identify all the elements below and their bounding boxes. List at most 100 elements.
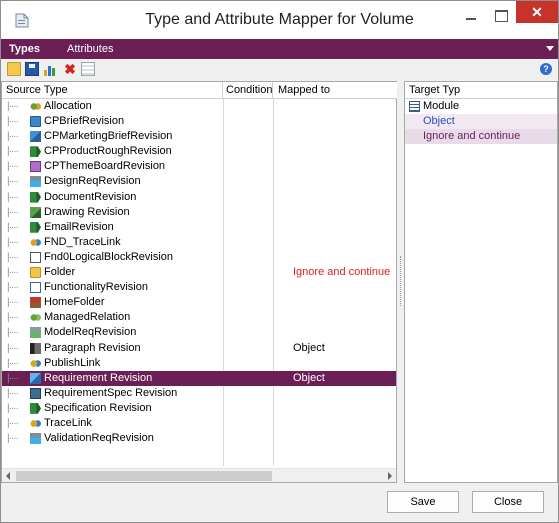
target-type-item[interactable]: Module (405, 99, 557, 114)
managed-relation-icon (30, 312, 41, 324)
source-type-label: ManagedRelation (44, 311, 131, 324)
column-header-condition[interactable]: Condition (223, 82, 273, 99)
source-type-label: CPMarketingBriefRevision (44, 130, 173, 143)
target-type-label: Object (423, 115, 455, 127)
table-row[interactable]: |···· ModelReqRevision (2, 325, 396, 340)
column-header-target-type[interactable]: Target Typ (405, 82, 557, 99)
chart-icon[interactable] (43, 62, 57, 76)
source-type-label: Paragraph Revision (44, 341, 141, 354)
table-row[interactable]: |···· Requirement Revision Object (2, 370, 396, 386)
horizontal-scrollbar[interactable] (2, 468, 396, 482)
target-type-panel: Target Typ Module Object Ignore and contin… (404, 81, 558, 483)
logical-block-icon (30, 251, 41, 263)
source-type-label: DocumentRevision (44, 190, 137, 203)
table-row[interactable]: |···· Folder Ignore and continue (2, 265, 396, 280)
source-type-label: Allocation (44, 100, 92, 112)
tree-connector: |···· (7, 146, 19, 158)
panel-splitter[interactable] (397, 81, 404, 483)
source-type-label: HomeFolder (44, 296, 105, 309)
tab-attributes[interactable]: Attributes (63, 39, 117, 59)
tree-connector: |···· (7, 357, 19, 369)
home-folder-icon (30, 297, 41, 309)
requirement-icon (30, 372, 41, 384)
tree-connector: |···· (7, 297, 19, 309)
mapped-to-value[interactable]: Object (293, 371, 325, 386)
source-type-label: Specification Revision (44, 401, 152, 414)
save-icon[interactable] (25, 62, 39, 76)
mapped-to-value[interactable]: Ignore and continue (293, 265, 390, 280)
table-row[interactable]: |···· Allocation (2, 99, 396, 114)
trace-link-icon (30, 417, 41, 429)
source-type-label: Fnd0LogicalBlockRevision (44, 250, 174, 263)
source-type-label: EmailRevision (44, 220, 114, 233)
source-type-label: RequirementSpec Revision (44, 386, 178, 399)
table-row[interactable]: |···· PublishLink (2, 356, 396, 371)
tree-connector: |···· (7, 417, 19, 429)
column-header-mapped-to[interactable]: Mapped to (273, 82, 398, 99)
document-icon (30, 116, 41, 128)
tree-connector: |···· (7, 101, 19, 112)
validation-req-icon (30, 433, 41, 445)
source-type-label: Drawing Revision (44, 205, 130, 218)
table-row[interactable]: |···· FunctionalityRevision (2, 280, 396, 295)
mapped-to-value[interactable]: Object (293, 341, 325, 356)
functionality-icon (30, 282, 41, 294)
email-icon (30, 221, 41, 233)
source-type-label: TraceLink (44, 416, 92, 429)
table-row[interactable]: |···· CPThemeBoardRevision (2, 159, 396, 174)
table-row[interactable]: |···· Specification Revision (2, 401, 396, 416)
target-type-item[interactable]: Ignore and continue (405, 129, 557, 144)
table-row[interactable]: |···· Paragraph Revision Object (2, 341, 396, 356)
tree-connector: |···· (7, 131, 19, 143)
drawing-icon (30, 206, 41, 218)
close-button[interactable]: Close (472, 491, 544, 513)
tree-connector: |···· (7, 312, 19, 324)
close-window-button[interactable]: ✕ (516, 1, 558, 23)
specification-icon (30, 402, 41, 414)
table-row[interactable]: |···· CPProductRoughRevision (2, 144, 396, 159)
publish-link-icon (30, 357, 41, 369)
tree-connector: |···· (7, 251, 19, 263)
tree-connector: |···· (7, 116, 19, 128)
table-row[interactable]: |···· ManagedRelation (2, 310, 396, 325)
maximize-button[interactable] (487, 1, 515, 31)
source-type-list: |···· Allocation |···· CPBriefRevision |····… (2, 99, 396, 446)
table-row[interactable]: |···· Fnd0LogicalBlockRevision (2, 250, 396, 265)
table-row[interactable]: |···· ValidationReqRevision (2, 431, 396, 446)
grid-icon[interactable] (81, 62, 95, 76)
tree-connector: |···· (7, 342, 19, 354)
table-row[interactable]: |···· CPBriefRevision (2, 114, 396, 129)
scroll-thumb[interactable] (16, 471, 272, 481)
tab-menu-arrow-icon[interactable] (546, 46, 554, 51)
table-row[interactable]: |···· FND_TraceLink (2, 235, 396, 250)
table-row[interactable]: |···· HomeFolder (2, 295, 396, 310)
source-type-label: CPProductRoughRevision (44, 145, 172, 158)
tab-types[interactable]: Types (5, 39, 44, 59)
table-row[interactable]: |···· EmailRevision (2, 220, 396, 235)
source-type-label: FND_TraceLink (44, 235, 121, 248)
open-folder-icon[interactable] (7, 62, 21, 76)
table-row[interactable]: |···· DesignReqRevision (2, 174, 396, 189)
tree-connector: |···· (7, 327, 19, 339)
target-type-item[interactable]: Object (405, 114, 557, 129)
table-row[interactable]: |···· RequirementSpec Revision (2, 386, 396, 401)
table-row[interactable]: |···· CPMarketingBriefRevision (2, 129, 396, 144)
requirement-spec-icon (30, 387, 41, 399)
table-row[interactable]: |···· Drawing Revision (2, 205, 396, 220)
target-type-label: Ignore and continue (423, 130, 521, 142)
save-button[interactable]: Save (387, 491, 459, 513)
minimize-button[interactable] (457, 1, 485, 31)
column-header-source-type[interactable]: Source Type (2, 82, 223, 99)
table-row[interactable]: |···· DocumentRevision (2, 190, 396, 205)
scroll-right-arrow-icon[interactable] (388, 472, 392, 480)
scroll-left-arrow-icon[interactable] (6, 472, 10, 480)
source-type-panel: Source Type Condition Mapped to |···· All… (1, 81, 398, 483)
help-icon[interactable]: ? (540, 63, 552, 75)
delete-icon[interactable]: ✖ (63, 62, 77, 76)
tree-connector: |···· (7, 176, 19, 188)
folder-icon (30, 267, 41, 279)
theme-board-icon (30, 161, 41, 173)
title-bar: Type and Attribute Mapper for Volume ✕ (1, 1, 558, 39)
table-row[interactable]: |···· TraceLink (2, 416, 396, 431)
document-revision-icon (30, 191, 41, 203)
